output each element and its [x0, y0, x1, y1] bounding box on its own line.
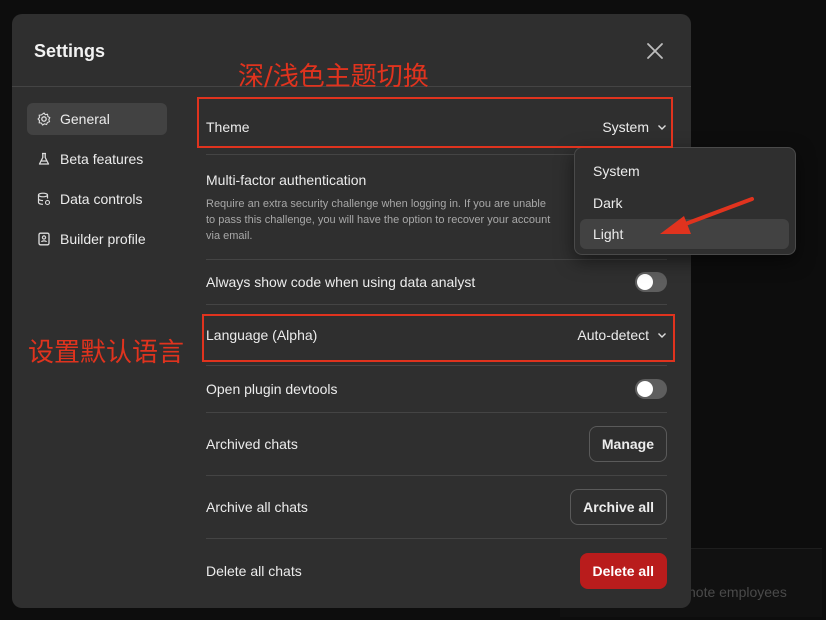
annotation-arrow-icon: [660, 197, 754, 234]
